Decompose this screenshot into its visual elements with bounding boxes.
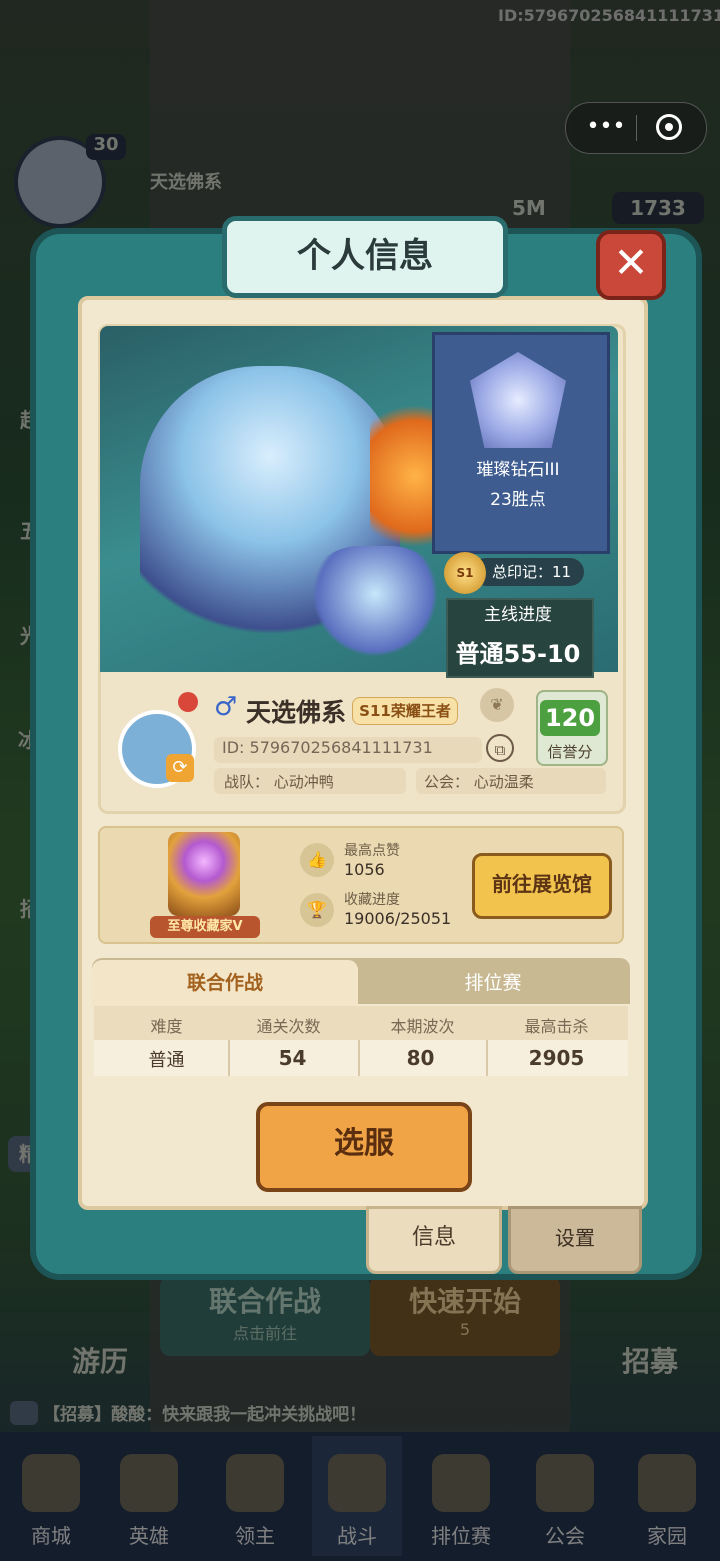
rank-name: 璀璨钻石III [476, 460, 560, 480]
male-gender-icon: ♂ [214, 692, 238, 722]
rank-points: 23胜点 [490, 490, 546, 510]
col-header-max-kills: 最高击杀 [524, 1017, 589, 1036]
leaf-icon[interactable]: ❦ [480, 688, 514, 722]
season-seal-icon[interactable]: S1 [444, 552, 486, 594]
cell-max-kills: 2905 [528, 1046, 585, 1070]
cell-clears: 54 [278, 1046, 307, 1070]
collect-progress-value: 19006/25051 [344, 909, 452, 928]
max-likes-label: 最高点赞 [344, 843, 400, 859]
main-progress-label: 主线进度 [484, 605, 552, 625]
player-name-large: 天选佛系 [246, 698, 347, 727]
tab-settings[interactable]: 设置 [508, 1206, 642, 1274]
capsule-divider [636, 115, 637, 141]
col-header-clears: 通关次数 [256, 1017, 321, 1036]
max-likes-value: 1056 [344, 860, 385, 879]
cell-waves: 80 [406, 1046, 435, 1070]
cell-difficulty: 普通 [148, 1050, 185, 1071]
title-badge[interactable]: S11荣耀王者 [352, 697, 458, 725]
trophy-cup-icon: 🏆 [300, 893, 334, 927]
col-header-difficulty: 难度 [150, 1017, 183, 1036]
credit-score-label: 信誉分 [547, 743, 593, 761]
switch-avatar-icon[interactable]: ⟳ [166, 754, 194, 782]
thumbs-up-icon: 👍 [300, 843, 334, 877]
collector-title: 至尊收藏家V [150, 916, 260, 938]
tab-info[interactable]: 信息 [366, 1206, 502, 1274]
credit-score-value: 120 [540, 700, 600, 736]
goto-exhibition-button[interactable]: 前往展览馆 [472, 853, 612, 919]
collector-trophy-icon [168, 832, 240, 916]
collect-progress-label: 收藏进度 [344, 892, 400, 908]
main-progress-value: 普通55-10 [455, 640, 581, 668]
tab-ranked[interactable]: 排位赛 [358, 960, 628, 1006]
select-server-button[interactable]: 选服 [256, 1102, 472, 1192]
miniapp-capsule: ••• [565, 102, 707, 154]
more-icon[interactable]: ••• [586, 113, 626, 143]
team-name: 战队： 心动冲鸭 [224, 773, 334, 791]
close-button[interactable]: ✕ [596, 230, 666, 300]
col-header-waves: 本期波次 [390, 1017, 455, 1036]
copy-id-icon[interactable]: ⧉ [486, 734, 514, 762]
guild-name: 公会： 心动温柔 [424, 773, 534, 791]
seal-count: 总印记：11 [472, 558, 584, 586]
player-id: ID: 579670256841111731 [222, 738, 433, 757]
pet-character-image [300, 546, 450, 666]
modal-title: 个人信息 [222, 216, 508, 298]
location-pin-icon [178, 692, 198, 712]
tab-joint-battle[interactable]: 联合作战 [92, 960, 358, 1006]
close-miniapp-icon[interactable] [656, 114, 682, 140]
